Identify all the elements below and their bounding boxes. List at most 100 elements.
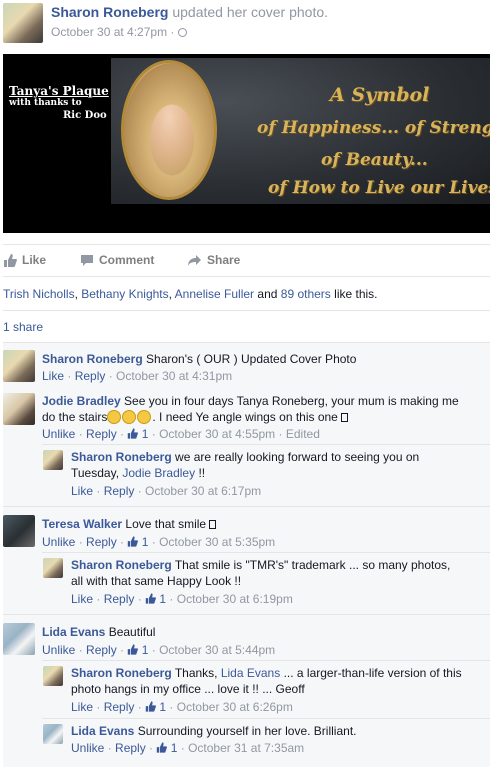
thumbs-up-icon [128, 428, 139, 439]
divider [42, 552, 490, 553]
divider [42, 660, 490, 661]
comment-time[interactable]: October 30 at 5:44pm [159, 643, 275, 657]
reply-meta: Unlike · Reply · 1 · October 31 at 7:35a… [71, 741, 305, 755]
replier-avatar[interactable] [43, 724, 63, 744]
comment-reply-link[interactable]: Reply [86, 643, 117, 657]
reply-time[interactable]: October 30 at 6:17pm [145, 484, 261, 498]
reply-like-count[interactable]: 1 [159, 592, 166, 606]
liker-link[interactable]: Bethany Knights [81, 287, 168, 301]
comment-body: Teresa Walker Love that smile [42, 516, 217, 532]
missing-glyph-icon [209, 520, 217, 529]
comment-like-count[interactable]: 1 [142, 535, 149, 549]
reply-meta: Like · Reply · 1 · October 30 at 6:26pm [71, 700, 293, 714]
quote-line-1: A Symbol [330, 84, 430, 106]
comment-reply-link[interactable]: Reply [86, 535, 117, 549]
reply-time[interactable]: October 31 at 7:35am [188, 741, 304, 755]
comment-text: Beautiful [108, 625, 156, 639]
poster-avatar[interactable] [3, 3, 43, 43]
reply-like-count[interactable]: 1 [171, 741, 178, 755]
comment-unlike-link[interactable]: Unlike [42, 427, 75, 441]
comment-reply-link[interactable]: Reply [75, 369, 106, 383]
thumbs-up-icon [128, 536, 139, 547]
reply-reply-link[interactable]: Reply [115, 741, 146, 755]
reply-body: Sharon Roneberg Thanks, Lida Evans ... a… [71, 665, 486, 697]
reply-time[interactable]: October 30 at 6:26pm [177, 700, 293, 714]
replier-name[interactable]: Sharon Roneberg [71, 558, 172, 572]
reply-meta: Like · Reply · October 30 at 6:17pm [71, 484, 262, 498]
like-button[interactable]: Like [3, 253, 46, 268]
reply-text: all with that same Happy Look !! [71, 574, 242, 588]
reply-like-link[interactable]: Like [71, 484, 93, 498]
divider [3, 614, 490, 615]
comment-time[interactable]: October 30 at 4:55pm [159, 427, 275, 441]
reply-like-count[interactable]: 1 [159, 700, 166, 714]
comment-label[interactable]: Comment [99, 253, 154, 267]
likes-others-link[interactable]: 89 others [281, 287, 331, 301]
commenter-name[interactable]: Sharon Roneberg [42, 352, 143, 366]
comment-button[interactable]: Comment [80, 253, 154, 267]
comment-icon [81, 255, 93, 267]
liker-link[interactable]: Annelise Fuller [175, 287, 254, 301]
comment-like-count[interactable]: 1 [142, 643, 149, 657]
commenter-avatar[interactable] [3, 515, 35, 547]
replier-avatar[interactable] [43, 450, 63, 470]
thumbs-up-icon [145, 593, 156, 604]
reply-text: That smile is "TMR's" trademark ... so m… [174, 558, 451, 572]
comment-like-count[interactable]: 1 [142, 427, 149, 441]
replier-name[interactable]: Sharon Roneberg [71, 666, 172, 680]
divider [42, 444, 490, 445]
like-label[interactable]: Like [22, 253, 46, 267]
replier-avatar[interactable] [43, 666, 63, 686]
comment-body: Sharon Roneberg Sharon's ( OUR ) Updated… [42, 351, 356, 367]
share-arrow-icon [188, 255, 201, 267]
likes-summary: Trish Nicholls, Bethany Knights, Annelis… [3, 287, 378, 301]
comment-like-link[interactable]: Like [42, 369, 64, 383]
replier-avatar[interactable] [43, 558, 63, 578]
plaque-credit: Ric Doo [63, 110, 107, 121]
replier-name[interactable]: Sharon Roneberg [71, 450, 172, 464]
thumbs-up-icon [128, 644, 139, 655]
share-label[interactable]: Share [207, 253, 240, 267]
post-timestamp[interactable]: October 30 at 4:27pm · [51, 25, 187, 39]
divider [3, 506, 490, 507]
comment-body: Lida Evans Beautiful [42, 624, 155, 640]
reply-reply-link[interactable]: Reply [104, 484, 135, 498]
comment-edited-label[interactable]: Edited [286, 427, 320, 441]
plaque-title: Tanya's Plaque [9, 84, 109, 98]
reply-like-link[interactable]: Like [71, 592, 93, 606]
liker-link[interactable]: Trish Nicholls [3, 287, 75, 301]
comment-reply-link[interactable]: Reply [86, 427, 117, 441]
reply-reply-link[interactable]: Reply [104, 700, 135, 714]
commenter-name[interactable]: Jodie Bradley [42, 394, 121, 408]
comment-meta: Like · Reply · October 30 at 4:31pm [42, 369, 233, 383]
reply-like-link[interactable]: Like [71, 700, 93, 714]
commenter-avatar[interactable] [3, 393, 35, 425]
reply-text: Tuesday, [71, 466, 120, 480]
comment-text: See you in four days Tanya Roneberg, you… [124, 394, 459, 408]
comment-unlike-link[interactable]: Unlike [42, 643, 75, 657]
replier-name[interactable]: Lida Evans [71, 724, 134, 738]
commenter-name[interactable]: Lida Evans [42, 625, 105, 639]
poster-name[interactable]: Sharon Roneberg [51, 4, 168, 20]
reply-unlike-link[interactable]: Unlike [71, 741, 104, 755]
comment-unlike-link[interactable]: Unlike [42, 535, 75, 549]
comment-text: Love that smile [125, 517, 207, 531]
shares-link[interactable]: 1 share [3, 320, 43, 334]
reply-text: we are really looking forward to seeing … [175, 450, 420, 464]
mention-link[interactable]: Lida Evans [221, 666, 280, 680]
comment-text: do the stairs [42, 410, 108, 424]
reply-time[interactable]: October 30 at 6:19pm [177, 592, 293, 606]
comment-time[interactable]: October 30 at 5:35pm [159, 535, 275, 549]
reply-text: ... a larger-than-life version of this [283, 666, 462, 680]
quote-line-3: of Beauty... [321, 150, 428, 170]
commenter-avatar[interactable] [3, 350, 35, 382]
commenter-avatar[interactable] [3, 623, 35, 655]
thumbs-up-icon [4, 254, 17, 268]
cover-photo[interactable]: Tanya's Plaque with thanks to Ric Doo A … [3, 54, 490, 233]
post-time-link[interactable]: October 30 at 4:27pm [51, 25, 167, 39]
reply-reply-link[interactable]: Reply [104, 592, 135, 606]
commenter-name[interactable]: Teresa Walker [42, 517, 122, 531]
mention-link[interactable]: Jodie Bradley [122, 466, 195, 480]
share-button[interactable]: Share [187, 253, 240, 267]
comment-time[interactable]: October 30 at 4:31pm [116, 369, 232, 383]
